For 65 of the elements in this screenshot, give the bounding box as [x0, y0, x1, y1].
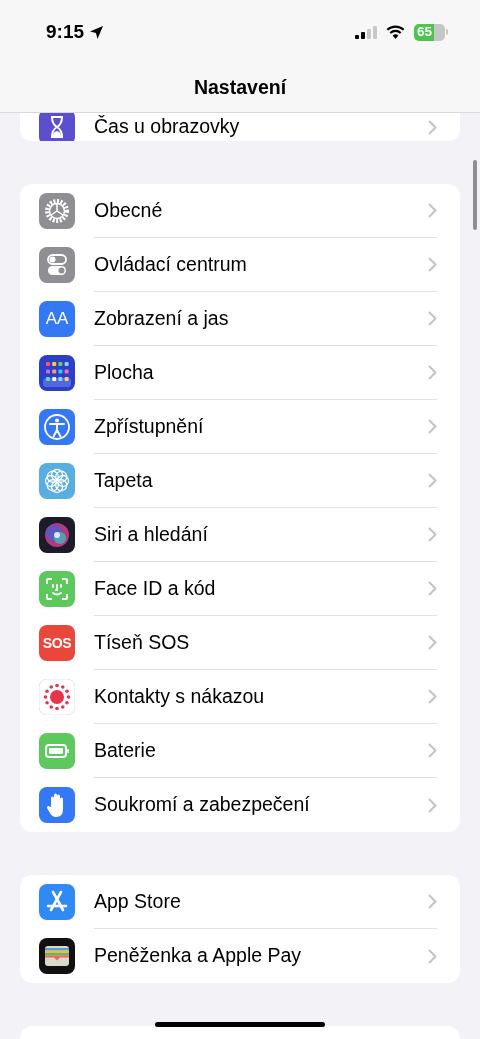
- chevron-icon: [428, 203, 437, 218]
- location-arrow-icon: [89, 24, 105, 40]
- sos-icon: SOS: [39, 625, 75, 661]
- toggle-switches-icon: [39, 247, 75, 283]
- wifi-icon: [386, 25, 405, 39]
- row-label: App Store: [94, 888, 182, 914]
- scroll-indicator: [473, 160, 477, 230]
- row-label: Peněženka a Apple Pay: [94, 943, 303, 969]
- wallet-icon: [39, 938, 75, 974]
- chevron-icon: [428, 473, 437, 488]
- settings-row[interactable]: Face ID a kód: [20, 562, 460, 616]
- row-label: Obecné: [94, 197, 164, 223]
- status-time: 9:15: [46, 19, 85, 44]
- row-label: Soukromí a zabezpečení: [94, 792, 311, 818]
- settings-row[interactable]: Siri a hledání: [20, 508, 460, 562]
- flower-icon: [39, 463, 75, 499]
- chevron-icon: [428, 743, 437, 758]
- chevron-icon: [428, 581, 437, 596]
- settings-row[interactable]: Zpřístupnění: [20, 400, 460, 454]
- settings-row[interactable]: Soukromí a zabezpečení: [20, 778, 460, 832]
- row-label: Tíseň SOS: [94, 629, 191, 655]
- row-label: Ovládací centrum: [94, 251, 248, 277]
- chevron-icon: [428, 419, 437, 434]
- chevron-icon: [428, 797, 437, 813]
- row-label: Tapeta: [94, 467, 154, 493]
- chevron-icon: [428, 119, 437, 135]
- settings-row[interactable]: AA Zobrazení a jas: [20, 292, 460, 346]
- settings-row[interactable]: Kontakty s nákazou: [20, 670, 460, 724]
- chevron-icon: [428, 365, 437, 380]
- row-label: Siri a hledání: [94, 521, 209, 547]
- signal-icon: [355, 25, 377, 39]
- battery-icon: [39, 733, 75, 769]
- nav-title: Nastavení: [192, 75, 288, 101]
- row-label: Čas u obrazovky: [94, 114, 241, 140]
- settings-row[interactable]: Tapeta: [20, 454, 460, 508]
- chevron-icon: [428, 257, 437, 272]
- settings-row[interactable]: Obecné: [20, 184, 460, 238]
- battery-indicator: 65: [414, 23, 445, 41]
- settings-row[interactable]: SOS Tíseň SOS: [20, 616, 460, 670]
- hand-icon: [39, 787, 75, 823]
- chevron-icon: [428, 948, 437, 964]
- settings-row[interactable]: Ovládací centrum: [20, 238, 460, 292]
- text-size-icon: AA: [39, 301, 75, 337]
- row-label: Baterie: [94, 737, 157, 763]
- row-label: Face ID a kód: [94, 575, 217, 601]
- chevron-icon: [428, 894, 437, 909]
- app-grid-icon: [39, 355, 75, 391]
- settings-row[interactable]: Baterie: [20, 724, 460, 778]
- settings-row[interactable]: Čas u obrazovky: [20, 113, 460, 141]
- chevron-icon: [428, 527, 437, 542]
- row-label: Plocha: [94, 359, 155, 385]
- chevron-icon: [428, 689, 437, 704]
- orb-icon: [39, 517, 75, 553]
- appstore-icon: [39, 884, 75, 920]
- gear-icon: [39, 193, 75, 229]
- face-icon: [39, 571, 75, 607]
- row-label: Zpřístupnění: [94, 413, 205, 439]
- settings-row[interactable]: App Store: [20, 875, 460, 929]
- chevron-icon: [428, 311, 437, 326]
- row-label: Zobrazení a jas: [94, 305, 230, 331]
- row-label: Kontakty s nákazou: [94, 683, 266, 709]
- settings-row[interactable]: Plocha: [20, 346, 460, 400]
- dot-ring-icon: [39, 679, 75, 715]
- chevron-icon: [428, 635, 437, 650]
- settings-row[interactable]: Peněženka a Apple Pay: [20, 929, 460, 983]
